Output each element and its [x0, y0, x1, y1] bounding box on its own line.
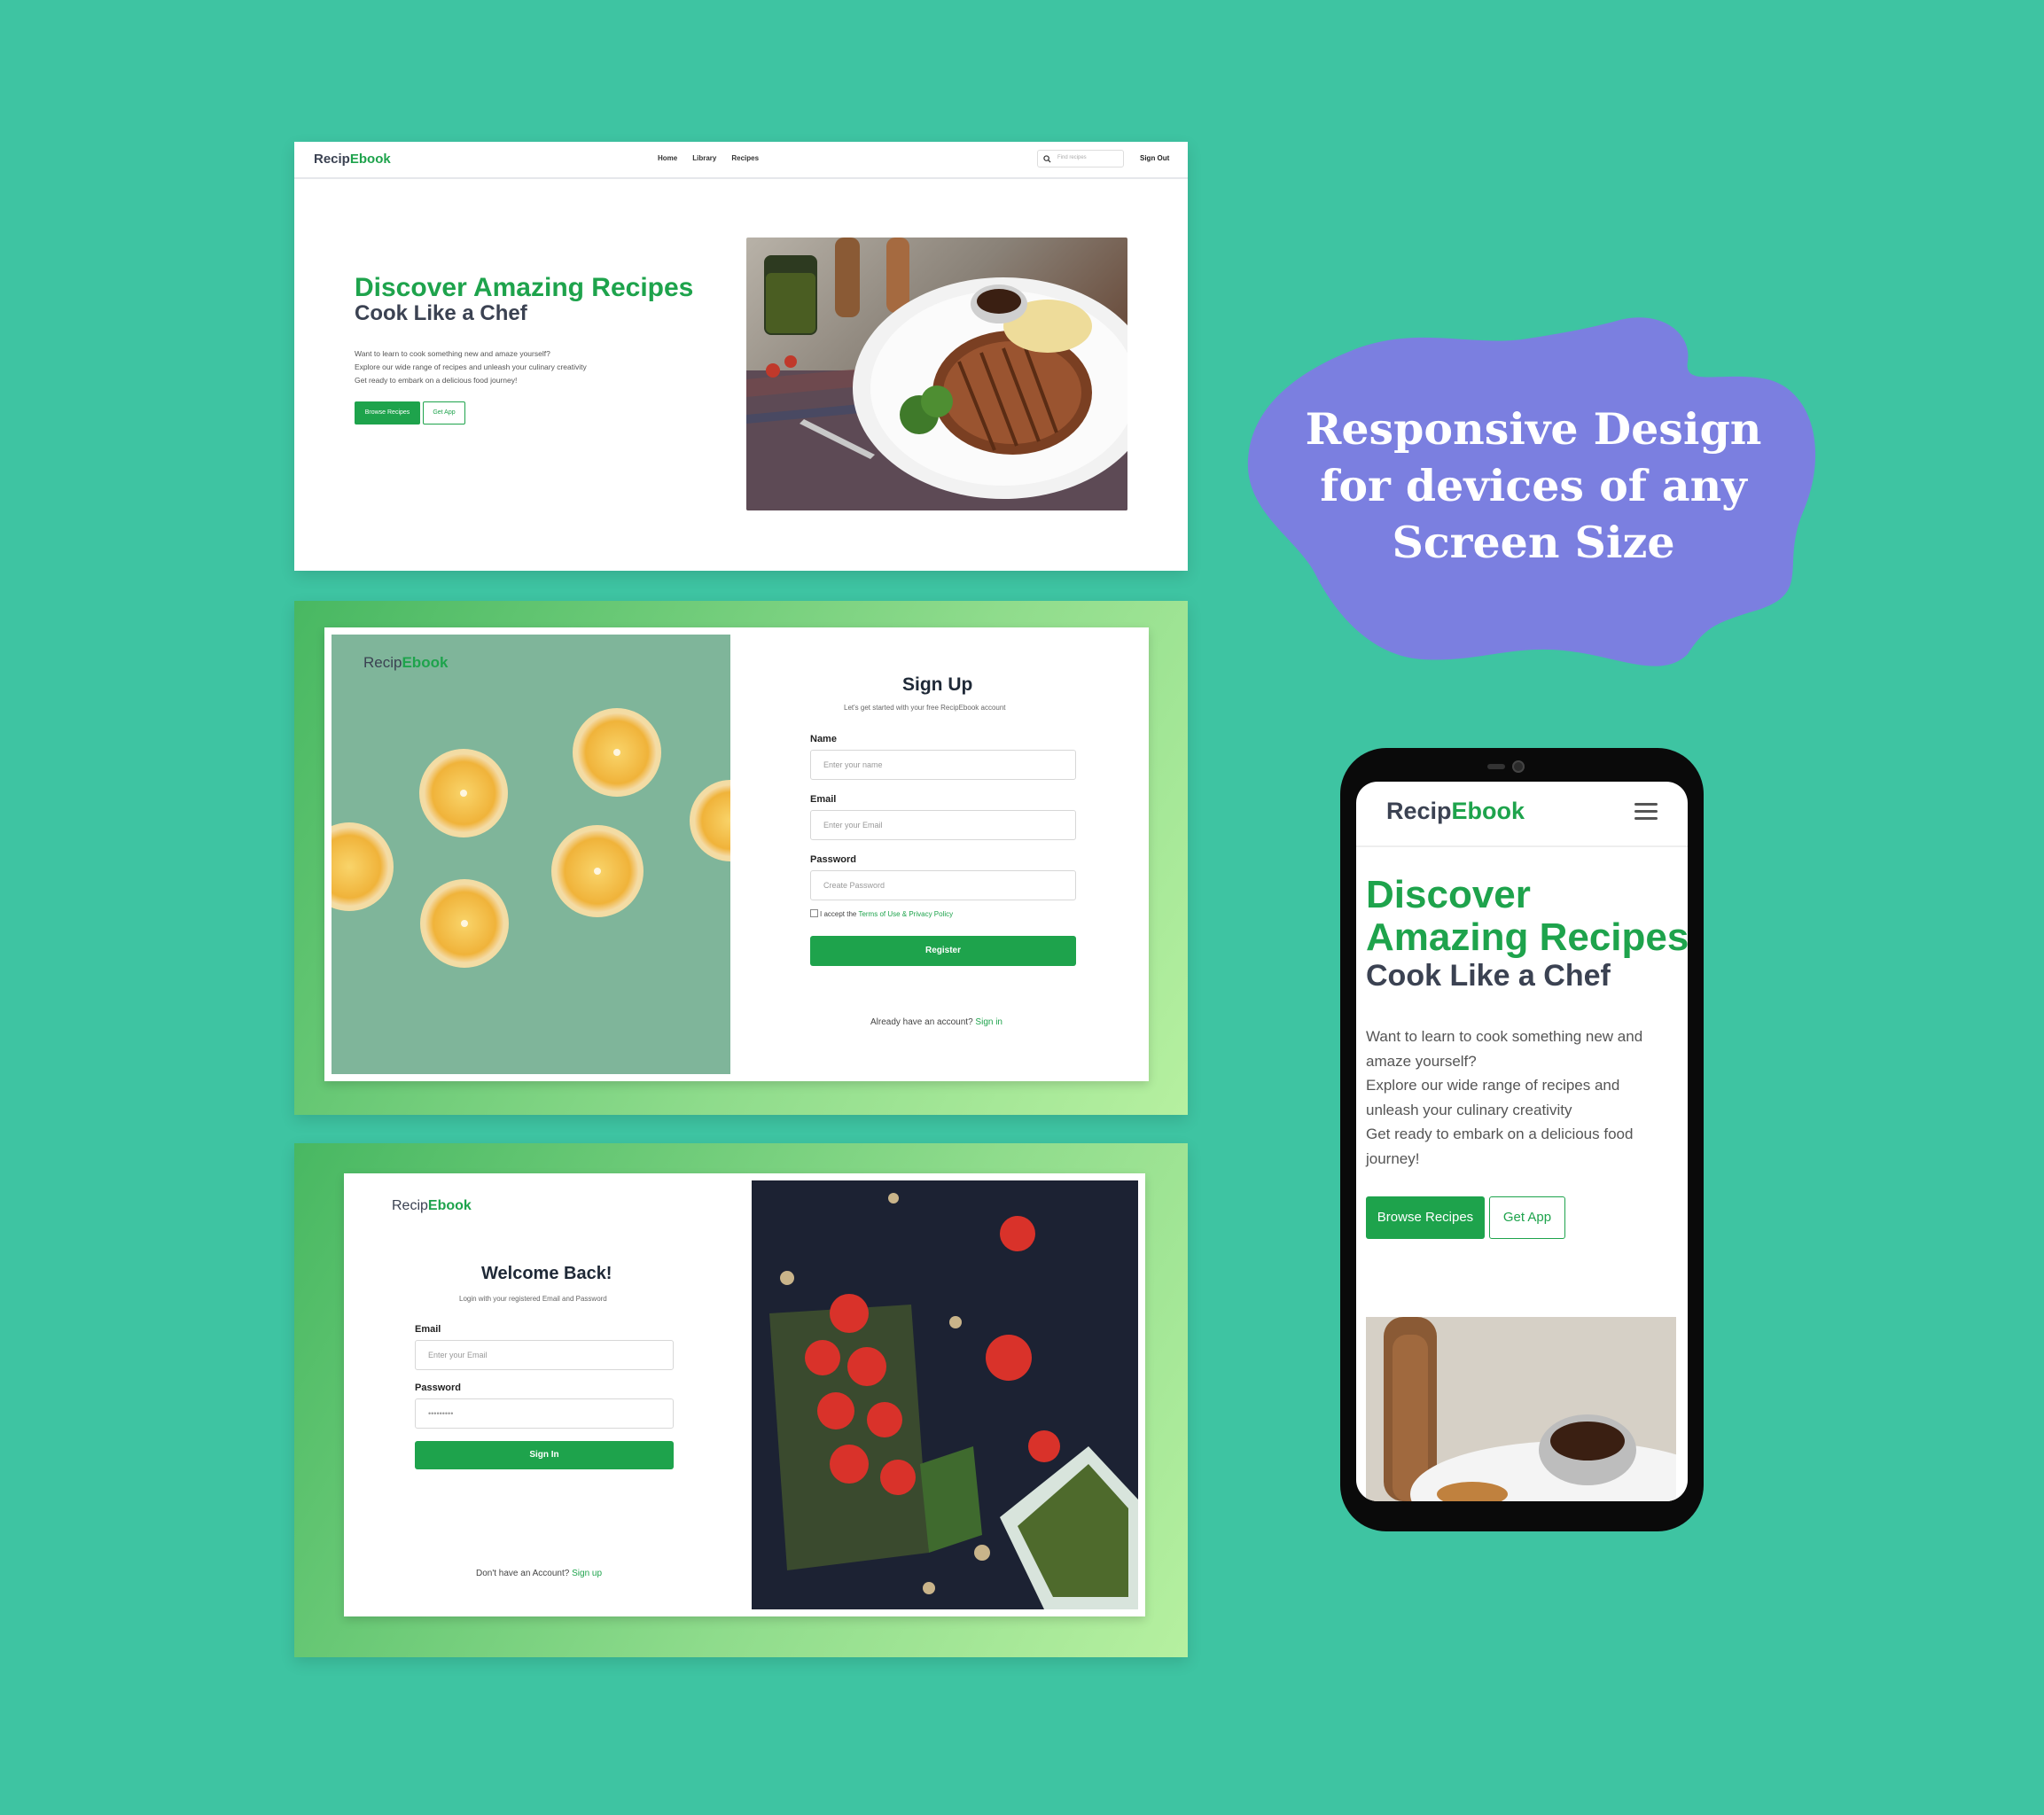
phone-camera [1512, 760, 1525, 773]
mobile-desc-line: Want to learn to cook something new and … [1366, 1028, 1643, 1070]
mobile-screen: RecipEbook Discover Amazing Recipes Cook… [1356, 782, 1688, 1501]
signup-title: Sign Up [902, 674, 973, 695]
signin-card: RecipEbook Welcome Back! Login with your… [344, 1173, 1145, 1616]
password-label: Password [810, 854, 856, 865]
terms-of-use-link[interactable]: Terms of Use [858, 910, 900, 918]
search-input[interactable]: Find recipes [1037, 150, 1124, 167]
top-navbar: RecipEbook Home Library Recipes Find rec… [294, 142, 1188, 179]
terms-text: I accept the [820, 910, 859, 918]
signup-screenshot: RecipEbook Sign Up Let's get started wit… [294, 601, 1188, 1115]
mobile-hero-title: Discover Amazing Recipes [1366, 873, 1688, 959]
signin-subtitle: Login with your registered Email and Pas… [459, 1295, 607, 1303]
sign-out-link[interactable]: Sign Out [1140, 154, 1169, 162]
terms-row: I accept the Terms of Use & Privacy Poli… [810, 909, 953, 918]
nav-home-link[interactable]: Home [658, 154, 677, 162]
signup-card: RecipEbook Sign Up Let's get started wit… [324, 627, 1149, 1081]
signin-email-label: Email [415, 1324, 441, 1335]
register-button[interactable]: Register [810, 936, 1076, 966]
sign-up-link[interactable]: Sign up [572, 1569, 602, 1578]
signin-password-label: Password [415, 1383, 461, 1393]
signup-brand-logo[interactable]: RecipEbook [363, 654, 448, 672]
hero-subtitle: Cook Like a Chef [355, 301, 527, 325]
email-field[interactable]: Enter your Email [810, 810, 1076, 840]
signin-title: Welcome Back! [481, 1264, 612, 1283]
phone-speaker [1487, 764, 1505, 769]
mobile-desc-line: Get ready to embark on a delicious food … [1366, 1126, 1634, 1167]
get-app-button[interactable]: Get App [423, 401, 465, 425]
brand-logo[interactable]: RecipEbook [314, 152, 391, 167]
already-text: Already have an account? [870, 1017, 976, 1027]
signup-subtitle: Let's get started with your free RecipEb… [844, 704, 1006, 712]
hero-description: Want to learn to cook something new and … [355, 347, 638, 387]
hero-desc-line: Explore our wide range of recipes and un… [355, 362, 587, 371]
promo-line: Responsive Design [1305, 403, 1762, 455]
lemons-photo: RecipEbook [332, 635, 730, 1074]
mobile-hero-subtitle: Cook Like a Chef [1366, 959, 1611, 993]
browse-recipes-button[interactable]: Browse Recipes [355, 401, 420, 425]
nav-links: Home Library Recipes [658, 154, 759, 162]
mobile-get-app-button[interactable]: Get App [1489, 1196, 1565, 1239]
signin-password-field[interactable]: ••••••••• [415, 1398, 674, 1429]
signin-email-field[interactable]: Enter your Email [415, 1340, 674, 1370]
hero-desc-line: Want to learn to cook something new and … [355, 349, 550, 358]
promo-line: Screen Size [1392, 517, 1675, 568]
already-account-text: Already have an account? Sign in [870, 1017, 1002, 1027]
desktop-home-screenshot: RecipEbook Home Library Recipes Find rec… [294, 142, 1188, 571]
nav-library-link[interactable]: Library [692, 154, 716, 162]
steak-dish-photo [746, 238, 1127, 510]
mobile-brand-logo[interactable]: RecipEbook [1386, 798, 1525, 825]
hero-title: Discover Amazing Recipes [355, 273, 694, 302]
mobile-phone-mockup: RecipEbook Discover Amazing Recipes Cook… [1340, 748, 1704, 1531]
email-label: Email [810, 794, 837, 805]
signin-brand-logo[interactable]: RecipEbook [392, 1198, 472, 1214]
hamburger-menu-icon[interactable] [1634, 801, 1658, 822]
search-placeholder: Find recipes [1057, 155, 1087, 160]
promo-text: Responsive Design for devices of any Scr… [1268, 401, 1799, 571]
nav-recipes-link[interactable]: Recipes [731, 154, 759, 162]
mobile-hero-description: Want to learn to cook something new and … [1366, 1024, 1673, 1172]
tomatoes-photo [752, 1180, 1138, 1609]
sign-in-link[interactable]: Sign in [975, 1017, 1002, 1027]
terms-checkbox[interactable] [810, 909, 818, 917]
mobile-desc-line: Explore our wide range of recipes and un… [1366, 1077, 1620, 1118]
mobile-browse-recipes-button[interactable]: Browse Recipes [1366, 1196, 1485, 1239]
search-icon [1043, 155, 1051, 163]
mobile-food-photo [1366, 1317, 1676, 1501]
sign-in-button[interactable]: Sign In [415, 1441, 674, 1469]
no-account-prefix: Don't have an Account? [476, 1569, 573, 1578]
password-field[interactable]: Create Password [810, 870, 1076, 900]
name-field[interactable]: Enter your name [810, 750, 1076, 780]
no-account-text: Don't have an Account? Sign up [476, 1569, 602, 1578]
name-label: Name [810, 734, 837, 744]
privacy-policy-link[interactable]: Privacy Policy [909, 910, 953, 918]
terms-amp: & [900, 910, 909, 918]
hero-desc-line: Get ready to embark on a delicious food … [355, 376, 518, 385]
signin-screenshot: RecipEbook Welcome Back! Login with your… [294, 1143, 1188, 1657]
mobile-navbar: RecipEbook [1356, 782, 1688, 847]
promo-line: for devices of any [1320, 460, 1747, 511]
